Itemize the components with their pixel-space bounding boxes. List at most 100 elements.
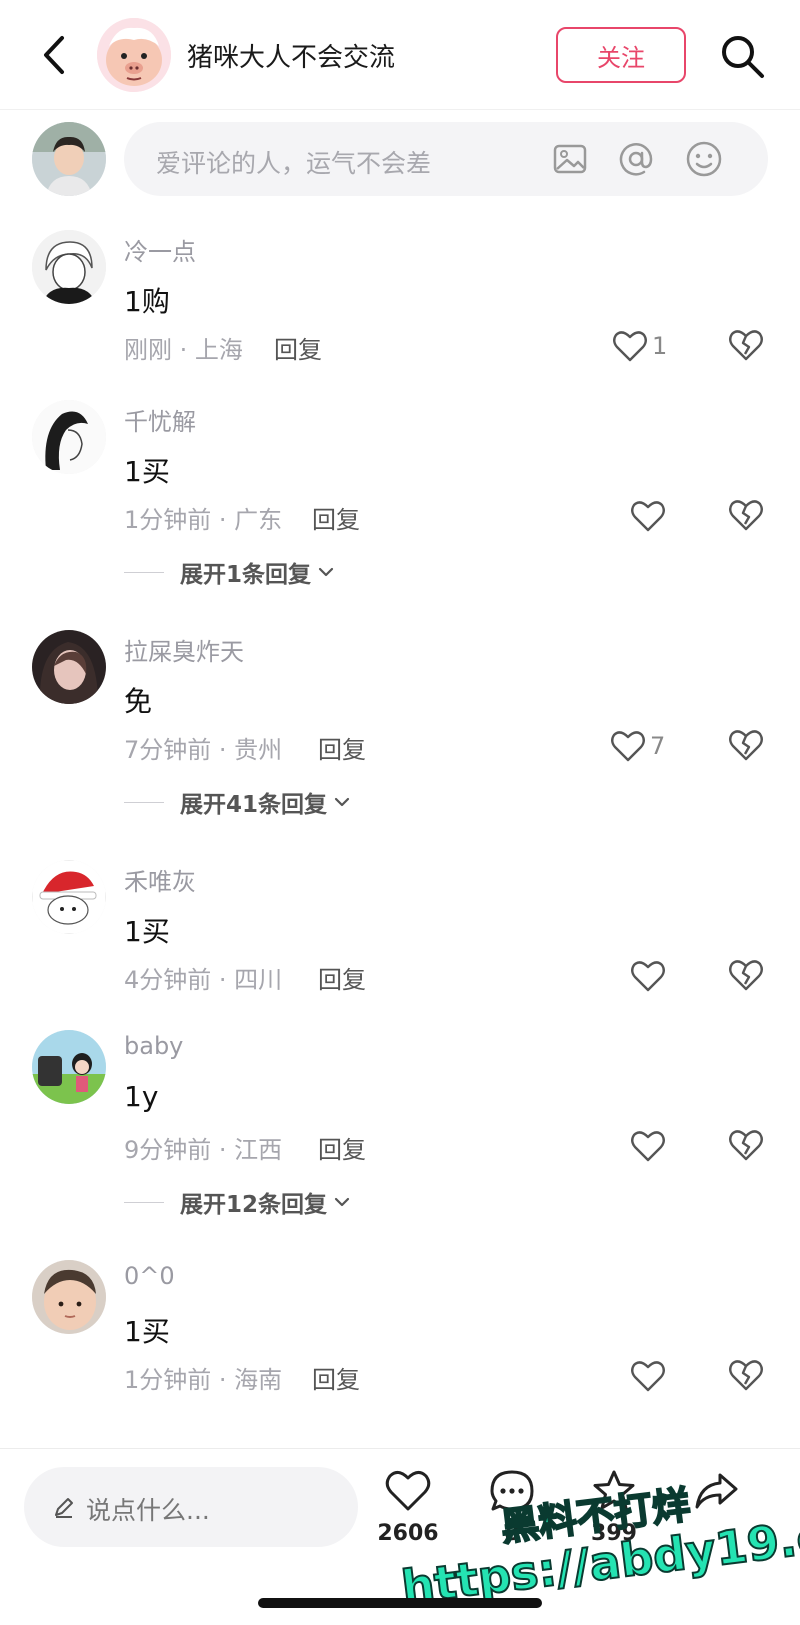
comment-text: 1y <box>124 1080 159 1113</box>
say-something-input[interactable]: 说点什么... <box>24 1467 358 1547</box>
commenter-avatar[interactable] <box>32 630 106 704</box>
comment-bubble-icon <box>490 1470 534 1511</box>
image-icon[interactable] <box>550 139 590 179</box>
comment-meta: 9分钟前 · 江西 <box>124 1136 283 1164</box>
divider <box>124 1201 164 1203</box>
commenter-avatar[interactable] <box>32 860 106 934</box>
comment-item: 禾唯灰 1买 4分钟前 · 四川 回复 <box>0 860 800 1020</box>
comment-item: 冷一点 1购 刚刚 · 上海 回复 1 <box>0 230 800 390</box>
heart-icon <box>631 1361 665 1392</box>
comment-text: 1买 <box>124 915 170 948</box>
reply-button[interactable]: 回复 <box>318 730 366 765</box>
comment-meta: 1分钟前 · 海南 <box>124 1366 283 1394</box>
comment-meta: 1分钟前 · 广东 <box>124 506 283 534</box>
like-button[interactable] <box>630 1356 666 1396</box>
reply-button[interactable]: 回复 <box>312 500 360 535</box>
my-avatar[interactable] <box>32 122 106 196</box>
like-button[interactable]: 7 <box>610 726 665 766</box>
expand-replies-button[interactable]: 展开12条回复 <box>124 1185 351 1219</box>
broken-heart-icon[interactable] <box>728 1357 764 1393</box>
broken-heart-icon[interactable] <box>728 727 764 763</box>
expand-replies-label: 展开41条回复 <box>180 792 328 818</box>
follow-button[interactable]: 关注 <box>556 27 686 83</box>
broken-heart-icon[interactable] <box>728 327 764 363</box>
commenter-name[interactable]: 千忧解 <box>124 402 196 437</box>
commenter-name[interactable]: 拉屎臭炸天 <box>124 632 244 667</box>
collect-count: 399 <box>591 1521 637 1546</box>
sketch-girl-avatar <box>32 400 106 474</box>
collect-post-button[interactable]: 399 <box>574 1467 654 1567</box>
commenter-avatar[interactable] <box>32 1030 106 1104</box>
broken-heart-icon[interactable] <box>728 957 764 993</box>
star-icon <box>593 1470 635 1510</box>
broken-heart-icon[interactable] <box>728 1127 764 1163</box>
broken-heart-icon[interactable] <box>728 497 764 533</box>
home-indicator <box>258 1598 542 1608</box>
heart-icon <box>631 961 665 992</box>
santa-cartoon-avatar <box>32 860 106 934</box>
expand-replies-button[interactable]: 展开41条回复 <box>124 785 351 819</box>
commenter-avatar[interactable] <box>32 230 106 304</box>
comment-item: 0^0 1买 1分钟前 · 海南 回复 <box>0 1260 800 1420</box>
comment-post-button[interactable]: 8 <box>472 1467 552 1567</box>
like-button[interactable] <box>630 1126 666 1166</box>
commenter-avatar[interactable] <box>32 1260 106 1334</box>
share-post-button[interactable] <box>676 1467 756 1567</box>
comment-meta: 4分钟前 · 四川 <box>124 966 283 994</box>
expand-replies-label: 展开12条回复 <box>180 1192 328 1218</box>
girl-photo-avatar <box>32 630 106 704</box>
like-button[interactable]: 1 <box>612 326 667 366</box>
commenter-name[interactable]: 禾唯灰 <box>124 862 196 897</box>
cartoon-scene-avatar <box>32 1030 106 1104</box>
like-button[interactable] <box>630 496 666 536</box>
commenter-avatar[interactable] <box>32 400 106 474</box>
divider <box>124 801 164 803</box>
commenter-name[interactable]: 0^0 <box>124 1262 175 1290</box>
baby-photo-avatar <box>32 1260 106 1334</box>
heart-icon <box>631 1131 665 1162</box>
expand-replies-label: 展开1条回复 <box>180 562 312 588</box>
top-bar: 猪咪大人不会交流 关注 <box>0 0 800 110</box>
back-button[interactable] <box>36 30 76 80</box>
comment-input[interactable]: 爱评论的人，运气不会差 <box>124 122 768 196</box>
sketch-boy-avatar <box>32 230 106 304</box>
heart-icon <box>613 331 647 362</box>
like-count: 2606 <box>377 1521 439 1546</box>
reply-button[interactable]: 回复 <box>274 330 322 365</box>
boy-photo-avatar <box>32 122 106 196</box>
expand-replies-button[interactable]: 展开1条回复 <box>124 555 335 589</box>
comment-item: baby 1y 9分钟前 · 江西 回复 展开12条回复 <box>0 1030 800 1230</box>
like-count: 1 <box>652 332 668 360</box>
comment-item: 千忧解 1买 1分钟前 · 广东 回复 展开1条回复 <box>0 400 800 600</box>
comment-text: 免 <box>124 685 153 718</box>
mention-icon[interactable] <box>616 139 656 179</box>
author-avatar[interactable] <box>97 18 171 92</box>
pencil-icon <box>55 1498 73 1518</box>
commenter-name[interactable]: 冷一点 <box>124 232 196 267</box>
author-name[interactable]: 猪咪大人不会交流 <box>187 37 395 74</box>
say-something-placeholder: 说点什么... <box>86 1496 210 1525</box>
divider <box>124 571 164 573</box>
emoji-icon[interactable] <box>684 139 724 179</box>
comment-text: 1买 <box>124 455 170 488</box>
like-button[interactable] <box>630 956 666 996</box>
reply-button[interactable]: 回复 <box>312 1360 360 1395</box>
comment-count: 8 <box>504 1521 520 1546</box>
comment-text: 1买 <box>124 1315 170 1348</box>
chevron-down-icon <box>318 567 334 577</box>
comment-input-placeholder: 爱评论的人，运气不会差 <box>156 149 432 178</box>
reply-button[interactable]: 回复 <box>318 1130 366 1165</box>
chevron-down-icon <box>334 797 350 807</box>
like-post-button[interactable]: 2606 <box>368 1467 448 1567</box>
search-button[interactable] <box>718 32 766 80</box>
chevron-left-icon <box>44 36 64 74</box>
heart-icon <box>611 731 645 762</box>
reply-button[interactable]: 回复 <box>318 960 366 995</box>
commenter-name[interactable]: baby <box>124 1032 183 1060</box>
heart-icon <box>631 501 665 532</box>
like-count: 7 <box>650 732 666 760</box>
comment-meta: 7分钟前 · 贵州 <box>124 736 283 764</box>
heart-icon <box>385 1471 431 1511</box>
pig-cartoon-avatar <box>97 18 171 92</box>
comment-item: 拉屎臭炸天 免 7分钟前 · 贵州 回复 7 展开41条回复 <box>0 630 800 830</box>
